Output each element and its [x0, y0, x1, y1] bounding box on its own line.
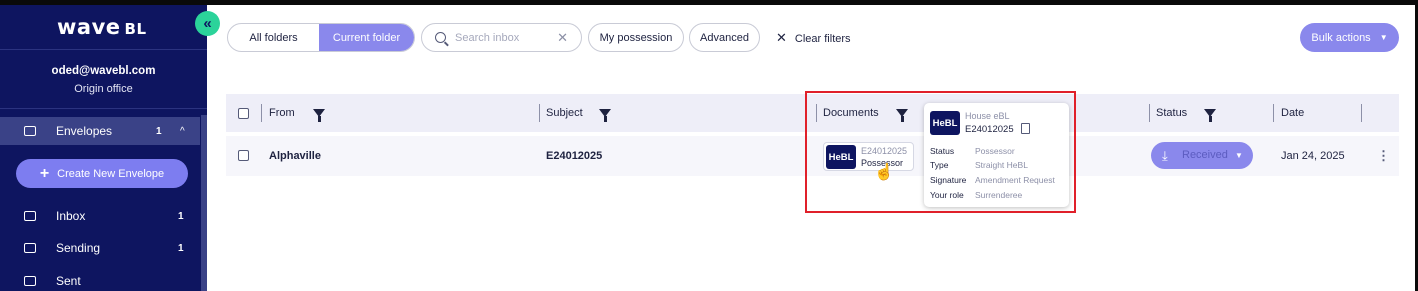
envelope-icon: [24, 126, 36, 136]
column-separator: [539, 104, 540, 122]
column-separator: [1149, 104, 1150, 122]
create-envelope-label: Create New Envelope: [57, 167, 165, 180]
clear-filters-label: Clear filters: [794, 33, 851, 45]
app-window: wave BL oded@wavebl.com Origin office Env…: [0, 0, 1418, 291]
row-checkbox[interactable]: [238, 150, 249, 161]
status-dropdown[interactable]: ⤓ Received ▼: [1151, 142, 1253, 169]
clear-search-icon[interactable]: ✕: [557, 30, 568, 46]
download-icon: ⤓: [1162, 148, 1168, 163]
current-folder-button[interactable]: Current folder: [319, 24, 414, 51]
highlight-box: [805, 91, 1076, 213]
collapse-sidebar-button[interactable]: «: [195, 11, 220, 36]
bulk-actions-button[interactable]: Bulk actions ▼: [1300, 23, 1399, 52]
search-input[interactable]: Search inbox ✕: [421, 23, 582, 52]
filter-subject-icon[interactable]: [599, 109, 611, 122]
folder-toggle: All folders Current folder: [227, 23, 415, 52]
sidebar-divider: [0, 49, 207, 50]
close-icon: ✕: [776, 30, 787, 45]
sidebar-item-count: 1: [178, 210, 184, 222]
chevron-down-icon: ▼: [1235, 151, 1243, 160]
user-role: Origin office: [74, 83, 133, 95]
row-date: Jan 24, 2025: [1281, 150, 1345, 162]
double-chevron-left-icon: «: [203, 15, 212, 32]
sidebar-item-envelopes[interactable]: Envelopes 1 ^: [0, 117, 200, 145]
column-header-subject[interactable]: Subject: [546, 107, 583, 119]
sidebar: wave BL oded@wavebl.com Origin office Env…: [0, 5, 207, 291]
sidebar-item-sending[interactable]: Sending 1: [0, 234, 200, 262]
my-possession-filter[interactable]: My possession: [588, 23, 684, 52]
top-border: [0, 0, 1418, 5]
row-from: Alphaville: [269, 150, 321, 162]
sidebar-item-label: Sent: [56, 274, 81, 288]
user-email: oded@wavebl.com: [51, 65, 156, 77]
logo-text: wave: [57, 15, 121, 39]
status-label: Received: [1182, 149, 1228, 161]
column-header-status[interactable]: Status: [1156, 107, 1187, 119]
advanced-filter-button[interactable]: Advanced: [689, 23, 760, 52]
more-vert-icon[interactable]: ⋮: [1377, 148, 1390, 164]
sidebar-item-count: 1: [178, 242, 184, 254]
column-separator: [1273, 104, 1274, 122]
plus-icon: +: [39, 164, 50, 182]
filter-status-icon[interactable]: [1204, 109, 1216, 122]
select-all-checkbox[interactable]: [238, 108, 249, 119]
search-placeholder: Search inbox: [455, 31, 520, 44]
create-new-envelope-button[interactable]: + Create New Envelope: [16, 159, 188, 188]
column-header-date[interactable]: Date: [1281, 107, 1304, 119]
column-separator: [1361, 104, 1362, 122]
logo-suffix: BL: [124, 20, 147, 38]
sidebar-item-sent[interactable]: Sent: [0, 267, 200, 291]
sidebar-item-label: Envelopes: [56, 124, 113, 138]
sidebar-divider: [0, 108, 207, 109]
row-subject: E24012025: [546, 150, 603, 162]
chevron-up-icon[interactable]: ^: [180, 126, 185, 137]
column-header-from[interactable]: From: [269, 107, 295, 119]
sent-icon: [24, 276, 36, 286]
column-separator: [261, 104, 262, 122]
sidebar-item-label: Sending: [56, 241, 101, 255]
inbox-icon: [24, 211, 36, 221]
filter-from-icon[interactable]: [313, 109, 325, 122]
sidebar-item-inbox[interactable]: Inbox 1: [0, 202, 200, 230]
clear-filters-button[interactable]: ✕ Clear filters: [776, 30, 851, 46]
sidebar-item-label: Inbox: [56, 209, 86, 223]
app-logo[interactable]: wave BL: [57, 15, 147, 39]
search-icon: [435, 32, 446, 43]
all-folders-button[interactable]: All folders: [228, 24, 319, 51]
chevron-down-icon: ▼: [1379, 33, 1388, 42]
sidebar-scrollbar[interactable]: [201, 115, 207, 291]
send-icon: [24, 243, 36, 253]
sidebar-item-count: 1: [156, 125, 162, 137]
bulk-actions-label: Bulk actions: [1311, 31, 1371, 44]
